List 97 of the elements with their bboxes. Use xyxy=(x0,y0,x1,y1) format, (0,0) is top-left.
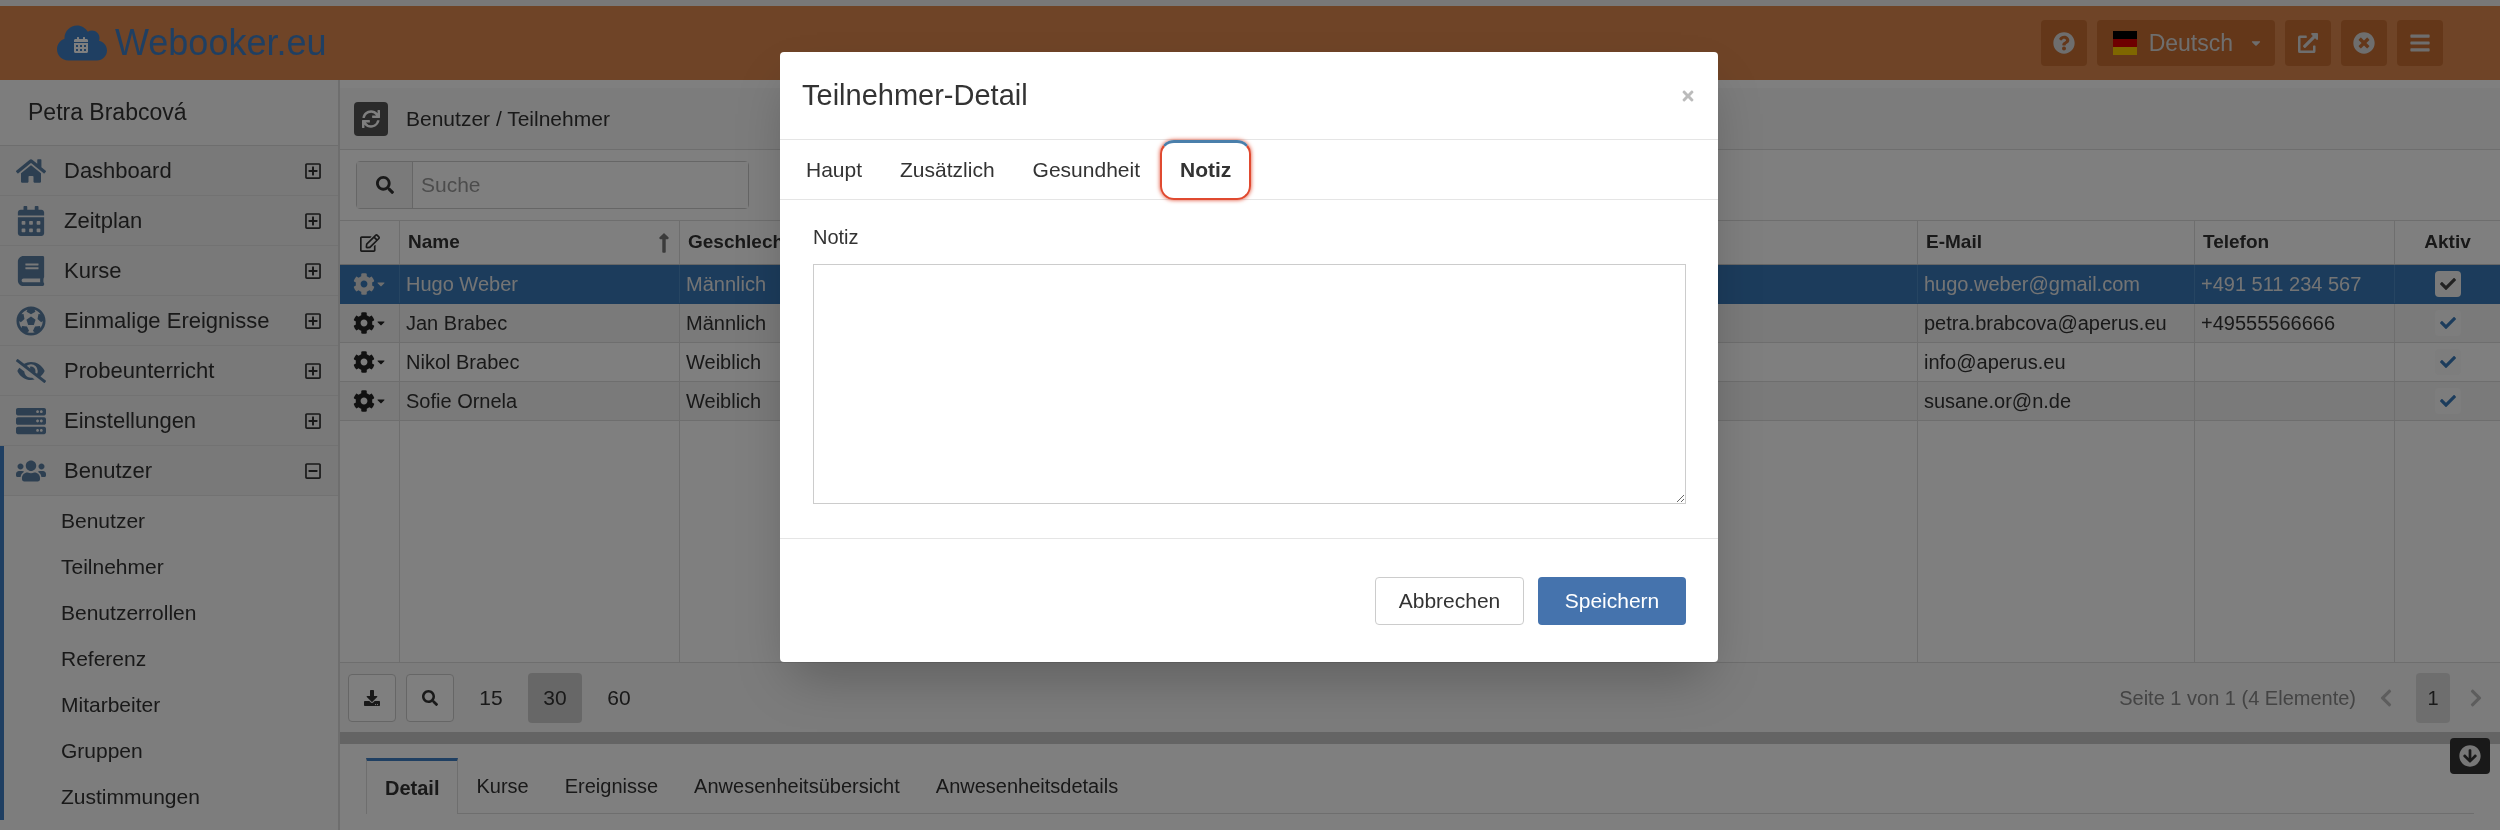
sidebar-item[interactable]: Einmalige Ereignisse xyxy=(0,296,338,346)
sidebar-item[interactable]: Zeitplan xyxy=(0,196,338,246)
table-cell-text: Jan Brabec xyxy=(406,311,508,336)
book-icon xyxy=(16,255,46,286)
sidebar-subitem[interactable]: Mitarbeiter xyxy=(61,689,161,721)
search-icon xyxy=(375,176,394,194)
refresh-icon xyxy=(362,109,380,128)
table-cell-text: susane.or@n.de xyxy=(1924,389,2072,414)
table-cell-text: Weiblich xyxy=(686,350,762,375)
table-cell-text: Weiblich xyxy=(686,389,762,414)
check-icon xyxy=(2439,315,2456,331)
search-icon xyxy=(422,689,438,706)
note-field[interactable] xyxy=(813,264,1686,504)
sidebar-subitem[interactable]: Referenz xyxy=(61,643,147,675)
table-cell-text: Sofie Ornela xyxy=(406,389,518,414)
sidebar-subitem[interactable]: Zustimmungen xyxy=(61,781,200,813)
table-cell-text: +49555566666 xyxy=(2201,311,2336,336)
arrow-down-icon xyxy=(2459,745,2481,767)
expand-icon[interactable] xyxy=(304,261,322,280)
expand-icon[interactable] xyxy=(304,411,322,430)
help-icon xyxy=(2052,32,2075,54)
external-link-button[interactable] xyxy=(2285,20,2331,66)
expand-icon[interactable] xyxy=(304,161,322,180)
column-header[interactable]: Aktiv xyxy=(2395,221,2500,264)
search-button[interactable] xyxy=(406,673,454,722)
gear-icon xyxy=(352,390,375,412)
menu-button[interactable] xyxy=(2397,20,2443,66)
page-button[interactable]: 1 xyxy=(2416,672,2450,723)
close-icon xyxy=(2353,32,2375,54)
detail-tab[interactable]: Detail xyxy=(366,758,459,814)
scroll-down-button[interactable] xyxy=(2450,738,2490,774)
column-header[interactable]: Name xyxy=(400,221,680,264)
detail-tab[interactable]: Ereignisse xyxy=(546,758,677,813)
table-cell-text: +491 511 234 567 xyxy=(2201,272,2362,297)
column-header[interactable]: Telefon xyxy=(2195,221,2395,264)
expand-icon[interactable] xyxy=(304,311,322,330)
expand-icon[interactable] xyxy=(304,211,322,230)
table-cell-text: petra.brabcova@aperus.eu xyxy=(1924,311,2167,336)
gear-icon xyxy=(352,273,375,295)
edit-icon xyxy=(359,232,380,253)
active-checkbox[interactable] xyxy=(2434,271,2461,297)
cancel-button[interactable]: Abbrechen xyxy=(1375,576,1524,625)
check-icon xyxy=(2439,276,2456,292)
table-cell-text: hugo.weber@gmail.com xyxy=(1924,272,2140,297)
logo-text: Webooker.eu xyxy=(115,21,327,65)
sidebar-subitem[interactable]: Benutzer xyxy=(61,505,146,537)
table-cell-text: Männlich xyxy=(686,311,767,336)
modal-tab[interactable]: Zusätzlich xyxy=(882,139,1013,200)
refresh-button[interactable] xyxy=(354,101,388,136)
row-actions-button[interactable] xyxy=(352,351,387,373)
check-icon xyxy=(2439,354,2456,370)
server-icon xyxy=(16,405,46,436)
breadcrumb: Benutzer / Teilnehmer xyxy=(406,105,610,132)
check-icon xyxy=(2439,393,2456,409)
external-link-icon xyxy=(2298,33,2318,53)
table-cell-text: Nikol Brabec xyxy=(406,350,520,375)
save-button[interactable]: Speichern xyxy=(1538,576,1686,625)
page-size-option[interactable]: 60 xyxy=(592,672,646,723)
gear-icon xyxy=(352,312,375,334)
expand-icon[interactable] xyxy=(304,361,322,380)
detail-tab[interactable]: Anwesenheitsdetails xyxy=(917,758,1137,813)
modal-tab[interactable]: Notiz xyxy=(1160,139,1252,200)
table-cell-text: Männlich xyxy=(686,272,767,297)
modal-tab[interactable]: Gesundheit xyxy=(1014,139,1158,200)
column-header[interactable]: E-Mail xyxy=(1918,221,2195,264)
row-actions-button[interactable] xyxy=(352,390,387,412)
download-icon xyxy=(364,689,380,706)
modal-tab[interactable]: Haupt xyxy=(788,139,881,200)
page-summary: Seite 1 von 1 (4 Elemente) xyxy=(2119,685,2356,711)
sidebar-item[interactable]: Probeunterricht xyxy=(0,346,338,396)
help-button[interactable] xyxy=(2040,20,2087,66)
sidebar-item[interactable]: Einstellungen xyxy=(0,396,338,446)
calendar-icon xyxy=(16,205,46,236)
sidebar-item[interactable]: Dashboard xyxy=(0,146,338,196)
page-size-option[interactable]: 30 xyxy=(528,672,582,723)
detail-tab[interactable]: Anwesenheitsübersicht xyxy=(676,758,918,813)
sidebar-subitem[interactable]: Gruppen xyxy=(61,735,143,767)
sidebar-subitem[interactable]: Benutzerrollen xyxy=(61,597,197,629)
modal-title: Teilnehmer-Detail xyxy=(802,77,1028,113)
page-size-option[interactable]: 15 xyxy=(464,672,518,723)
close-button[interactable] xyxy=(2341,20,2387,66)
row-actions-button[interactable] xyxy=(352,312,387,334)
logo-icon xyxy=(57,23,107,63)
download-button[interactable] xyxy=(348,673,396,722)
sidebar-item[interactable]: Kurse xyxy=(0,246,338,296)
user-name: Petra Brabcová xyxy=(28,98,187,128)
table-cell-text: Hugo Weber xyxy=(406,272,518,297)
sort-icon xyxy=(657,231,671,254)
detail-tab[interactable]: Kurse xyxy=(458,758,547,813)
field-label: Notiz xyxy=(813,225,860,250)
collapse-icon[interactable] xyxy=(304,461,322,480)
gear-icon xyxy=(352,351,375,373)
table-cell-text: info@aperus.eu xyxy=(1924,350,2066,375)
sidebar-subitem[interactable]: Teilnehmer xyxy=(61,551,164,583)
menu-icon xyxy=(2409,32,2431,54)
row-actions-button[interactable] xyxy=(352,273,387,295)
sidebar-item[interactable]: Benutzer xyxy=(4,446,338,496)
